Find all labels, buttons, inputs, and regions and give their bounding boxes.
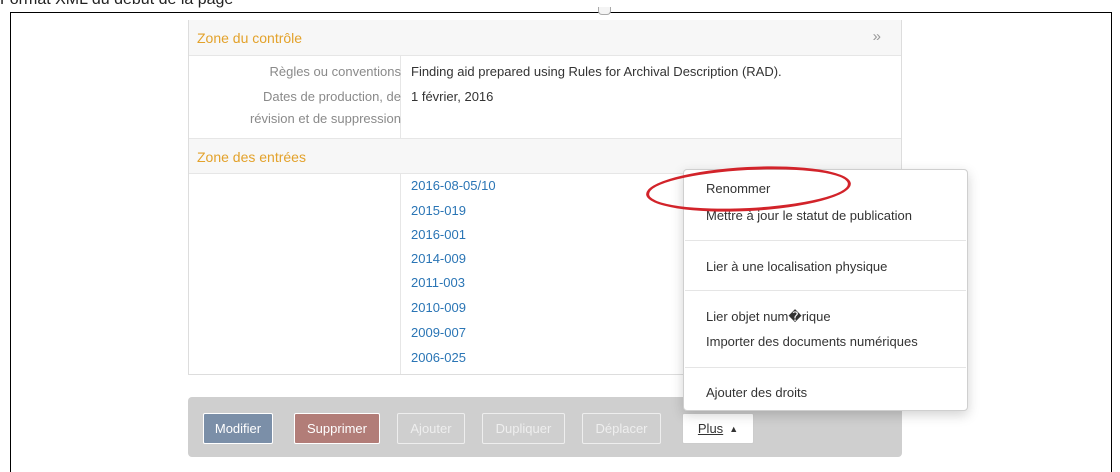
scroll-handle[interactable] (598, 7, 611, 15)
entry-link[interactable]: 2006-025 (411, 348, 466, 368)
field-value-rules: Finding aid prepared using Rules for Arc… (411, 64, 782, 79)
field-value-dates: 1 février, 2016 (411, 89, 494, 104)
entry-link[interactable]: 2016-001 (411, 225, 466, 245)
control-zone-header[interactable]: Zone du contrôle » (189, 20, 901, 56)
entry-link[interactable]: 2009-007 (411, 323, 466, 343)
caret-up-icon: ▲ (729, 424, 739, 434)
menu-item-update-publication-status[interactable]: Mettre à jour le statut de publication (706, 208, 912, 223)
menu-divider (685, 367, 966, 368)
menu-item-import-digital-documents[interactable]: Importer des documents numériques (706, 334, 918, 349)
entry-link[interactable]: 2015-019 (411, 201, 466, 221)
entry-link[interactable]: 2011-003 (411, 273, 465, 293)
menu-divider (685, 290, 966, 291)
edit-button[interactable]: Modifier (203, 413, 273, 444)
menu-item-link-digital-object[interactable]: Lier objet num�rique (706, 309, 831, 325)
delete-button[interactable]: Supprimer (294, 413, 380, 444)
entry-link[interactable]: 2016-08-05/10 (411, 176, 496, 196)
field-label-dates-line1: Dates de production, de (262, 89, 401, 104)
document-title: Format XML du début de la page (0, 0, 233, 11)
move-button[interactable]: Déplacer (582, 413, 661, 444)
entries-zone-labels (189, 174, 401, 374)
more-button[interactable]: Plus ▲ (682, 413, 754, 444)
field-label-rules: Règles ou conventions (269, 64, 401, 79)
more-actions-menu: Renommer Mettre à jour le statut de publ… (683, 169, 968, 411)
field-label-dates-line2: révision et de suppression (249, 111, 401, 126)
add-button[interactable]: Ajouter (397, 413, 465, 444)
menu-divider (685, 240, 966, 241)
entry-link[interactable]: 2014-009 (411, 249, 466, 269)
collapse-toggle-icon[interactable]: » (873, 28, 881, 45)
menu-item-add-rights[interactable]: Ajouter des droits (706, 385, 807, 400)
duplicate-button[interactable]: Dupliquer (482, 413, 565, 444)
entry-link[interactable]: 2010-009 (411, 298, 466, 318)
menu-item-link-physical-location[interactable]: Lier à une localisation physique (706, 259, 887, 274)
entries-zone-heading[interactable]: Zone des entrées (197, 149, 306, 165)
control-zone-heading[interactable]: Zone du contrôle (197, 30, 302, 46)
menu-item-rename[interactable]: Renommer (706, 181, 770, 196)
more-button-label: Plus (697, 421, 724, 436)
